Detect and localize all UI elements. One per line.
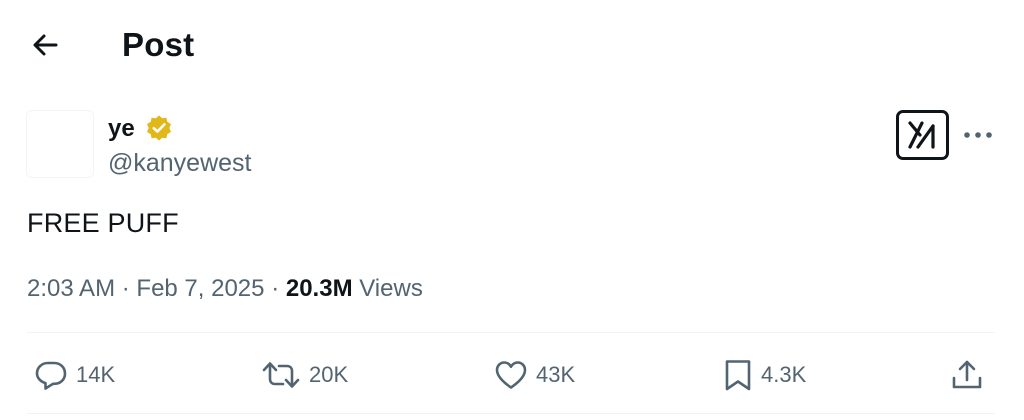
- post-meta: 2:03 AM · Feb 7, 2025 · 20.3M Views: [27, 273, 423, 305]
- page-title: Post: [122, 26, 195, 63]
- like-count: 43K: [536, 362, 576, 387]
- arrow-left-icon: [33, 34, 58, 56]
- post-text: FREE PUFF: [27, 208, 179, 238]
- like-button[interactable]: 43K: [494, 355, 575, 395]
- reply-count: 14K: [76, 362, 116, 387]
- repost-count: 20K: [309, 362, 349, 387]
- post-page: Post ye @kanyewest FREE PUFF 2:03 AM · F…: [0, 0, 1024, 420]
- grok-icon: [907, 121, 935, 149]
- back-button[interactable]: [26, 26, 64, 64]
- page-header: Post: [0, 0, 1024, 92]
- reply-icon: [35, 361, 67, 390]
- avatar[interactable]: [26, 110, 94, 178]
- bookmark-count: 4.3K: [761, 362, 807, 387]
- meta-separator: ·: [121, 275, 130, 302]
- heart-icon: [495, 361, 527, 389]
- repost-button[interactable]: 20K: [261, 355, 348, 395]
- post-date[interactable]: Feb 7, 2025: [136, 275, 264, 302]
- author-handle[interactable]: @kanyewest: [108, 148, 252, 178]
- repost-icon: [262, 362, 300, 388]
- bookmark-icon: [725, 360, 751, 391]
- more-options-button[interactable]: [958, 118, 998, 152]
- grok-button[interactable]: [896, 110, 949, 160]
- views-label: Views: [359, 275, 423, 302]
- verified-badge-icon[interactable]: [145, 114, 173, 142]
- divider: [27, 413, 995, 414]
- share-icon: [952, 360, 982, 389]
- reply-button[interactable]: 14K: [34, 355, 115, 395]
- bookmark-button[interactable]: 4.3K: [723, 355, 806, 395]
- views-count: 20.3M: [285, 275, 353, 302]
- divider: [27, 332, 995, 333]
- more-horizontal-icon: [964, 132, 992, 138]
- meta-separator: ·: [271, 275, 280, 302]
- author-display-name[interactable]: ye: [108, 114, 135, 144]
- share-button[interactable]: [950, 355, 984, 395]
- post-time[interactable]: 2:03 AM: [27, 275, 115, 302]
